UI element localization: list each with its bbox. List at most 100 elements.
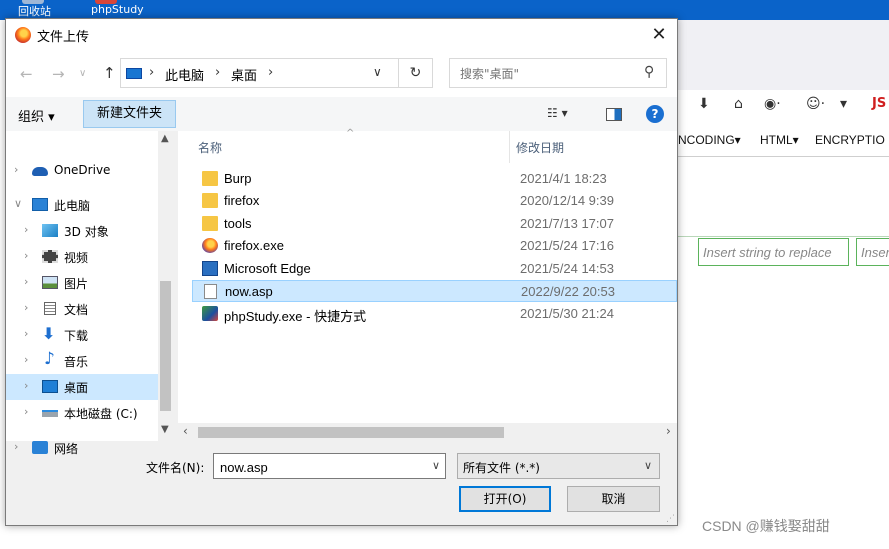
chevron-down-icon[interactable]: ∨ <box>644 459 652 472</box>
chevron-down-icon[interactable]: ∨ <box>373 65 382 79</box>
sidebar-item-videos[interactable]: › 视频 <box>6 244 158 270</box>
sidebar-item-desktop[interactable]: › 桌面 <box>6 374 158 400</box>
scroll-down-icon[interactable]: ▼ <box>161 424 169 435</box>
expand-chevron-icon[interactable]: › <box>24 353 28 366</box>
expand-chevron-icon[interactable]: › <box>14 440 18 453</box>
sidebar-item-label: 音乐 <box>64 355 89 369</box>
menu-encoding[interactable]: NCODING▾ <box>678 133 741 147</box>
expand-chevron-icon[interactable]: › <box>14 163 18 176</box>
search-box[interactable]: ⚲ <box>449 58 667 88</box>
scroll-right-icon[interactable]: › <box>666 424 671 438</box>
filetype-value: 所有文件 (*.*) <box>463 461 540 475</box>
breadcrumb-separator[interactable]: › <box>268 65 273 80</box>
desktop-icon-phpstudy[interactable]: phpStudy <box>91 0 144 16</box>
filename-combobox[interactable]: ∨ <box>213 453 446 479</box>
js-label[interactable]: JS <box>872 96 886 111</box>
more-icon[interactable]: ▾ <box>840 96 847 112</box>
phpstudy-shortcut-icon <box>202 306 218 321</box>
forward-arrow-icon[interactable]: → <box>52 65 65 83</box>
resize-grip-icon[interactable]: ⋰ <box>666 514 675 524</box>
sidebar-item-network-row[interactable]: › 网络 <box>6 435 158 461</box>
refresh-button[interactable]: ↻ <box>399 58 433 88</box>
close-button[interactable]: ✕ <box>646 23 672 47</box>
file-row-selected[interactable]: now.asp 2022/9/22 20:53 <box>192 280 677 302</box>
picture-icon <box>42 276 58 289</box>
breadcrumb-separator[interactable]: › <box>215 65 220 80</box>
column-divider[interactable] <box>509 131 510 163</box>
breadcrumb-separator[interactable]: › <box>149 65 154 80</box>
up-arrow-icon[interactable]: ↑ <box>103 64 116 82</box>
desktop-icon-recycle-bin[interactable]: 回收站 <box>18 0 51 18</box>
file-row[interactable]: phpStudy.exe - 快捷方式 2021/5/30 21:24 <box>192 303 677 325</box>
expand-chevron-icon[interactable]: › <box>24 379 28 392</box>
new-folder-button[interactable]: 新建文件夹 <box>83 100 176 128</box>
expand-chevron-icon[interactable]: › <box>24 327 28 340</box>
help-icon[interactable]: ? <box>646 105 664 123</box>
replace-with-input[interactable]: Inser <box>856 238 889 266</box>
file-row[interactable]: Burp 2021/4/1 18:23 <box>192 168 677 190</box>
hackbar-menu: NCODING▾ HTML▾ ENCRYPTIO <box>678 130 889 152</box>
sidebar-item-3d-objects[interactable]: › 3D 对象 <box>6 218 158 244</box>
folder-icon <box>202 171 218 186</box>
column-header-name[interactable]: 名称 <box>198 139 222 171</box>
breadcrumb-desktop[interactable]: 桌面 <box>231 65 257 84</box>
browser-toolbar: ⬇ ⌂ ◉· ☺· ▾ JS <box>690 96 889 120</box>
expand-chevron-icon[interactable]: › <box>24 223 28 236</box>
expand-chevron-icon[interactable]: ∨ <box>14 197 22 210</box>
sidebar-item-this-pc[interactable]: ∨ 此电脑 <box>6 192 158 218</box>
dialog-titlebar[interactable]: 文件上传 ✕ <box>6 19 677 51</box>
palette-icon[interactable]: ☺· <box>806 96 825 112</box>
expand-chevron-icon[interactable]: › <box>24 301 28 314</box>
search-icon[interactable]: ⚲ <box>644 64 654 80</box>
cancel-button[interactable]: 取消 <box>567 486 660 512</box>
menu-encryption[interactable]: ENCRYPTIO <box>815 133 885 147</box>
file-row[interactable]: firefox.exe 2021/5/24 17:16 <box>192 235 677 257</box>
preview-pane-icon[interactable] <box>606 108 622 121</box>
file-date: 2021/4/1 18:23 <box>520 171 607 186</box>
scrollbar-thumb[interactable] <box>160 281 171 411</box>
document-icon <box>44 302 56 315</box>
home-icon[interactable]: ⌂ <box>734 96 743 112</box>
organize-menu-button[interactable]: 组织 ▾ <box>18 106 55 125</box>
back-arrow-icon[interactable]: ← <box>20 65 33 83</box>
horizontal-scrollbar[interactable]: ‹ › <box>178 423 677 441</box>
menu-html[interactable]: HTML▾ <box>760 133 799 147</box>
sidebar-item-documents[interactable]: › 文档 <box>6 296 158 322</box>
desktop-icon-label: phpStudy <box>91 3 144 16</box>
sidebar-item-pictures[interactable]: › 图片 <box>6 270 158 296</box>
expand-chevron-icon[interactable]: › <box>24 275 28 288</box>
chevron-down-icon[interactable]: ∨ <box>432 459 440 472</box>
scroll-up-icon[interactable]: ▲ <box>161 133 169 144</box>
replace-string-input[interactable]: Insert string to replace <box>698 238 849 266</box>
search-input[interactable] <box>458 64 642 84</box>
scroll-left-icon[interactable]: ‹ <box>183 424 188 438</box>
sidebar-scrollbar[interactable]: ▲ ▼ <box>158 131 173 441</box>
filetype-select[interactable]: 所有文件 (*.*) ∨ <box>457 453 660 479</box>
sidebar-item-label: 视频 <box>64 251 89 265</box>
expand-chevron-icon[interactable]: › <box>24 249 28 262</box>
browser-tab-strip <box>678 20 889 90</box>
sidebar-item-onedrive[interactable]: › OneDrive <box>6 158 158 184</box>
expand-chevron-icon[interactable]: › <box>24 405 28 418</box>
breadcrumb-this-pc[interactable]: 此电脑 <box>165 65 204 84</box>
download-arrow-icon[interactable]: ⬇ <box>698 96 710 112</box>
sidebar-item-local-disk-c[interactable]: › 本地磁盘 (C:) <box>6 400 158 426</box>
divider <box>678 236 889 237</box>
extension-icon[interactable]: ◉· <box>764 96 781 112</box>
file-row[interactable]: tools 2021/7/13 17:07 <box>192 213 677 235</box>
sidebar-item-label: 文档 <box>64 303 89 317</box>
file-row[interactable]: firefox 2020/12/14 9:39 <box>192 190 677 212</box>
csdn-watermark: CSDN @赚钱娶甜甜 <box>702 518 830 534</box>
filename-input[interactable] <box>218 458 422 476</box>
scrollbar-thumb[interactable] <box>198 427 504 438</box>
file-row[interactable]: Microsoft Edge 2021/5/24 14:53 <box>192 258 677 280</box>
navigation-bar: ← → ∨ ↑ › 此电脑 › 桌面 › ∨ ↻ ⚲ <box>6 51 677 97</box>
column-header-modified[interactable]: 修改日期 <box>516 139 564 171</box>
sidebar-item-music[interactable]: › ♪ 音乐 <box>6 348 158 374</box>
address-bar[interactable]: › 此电脑 › 桌面 › ∨ <box>120 58 399 88</box>
cube-icon <box>42 224 58 237</box>
open-button[interactable]: 打开(O) <box>459 486 551 512</box>
view-options-icon[interactable]: ☷ ▾ <box>547 106 568 120</box>
recent-locations-icon[interactable]: ∨ <box>79 68 86 79</box>
sidebar-item-downloads[interactable]: › ⬇ 下载 <box>6 322 158 348</box>
